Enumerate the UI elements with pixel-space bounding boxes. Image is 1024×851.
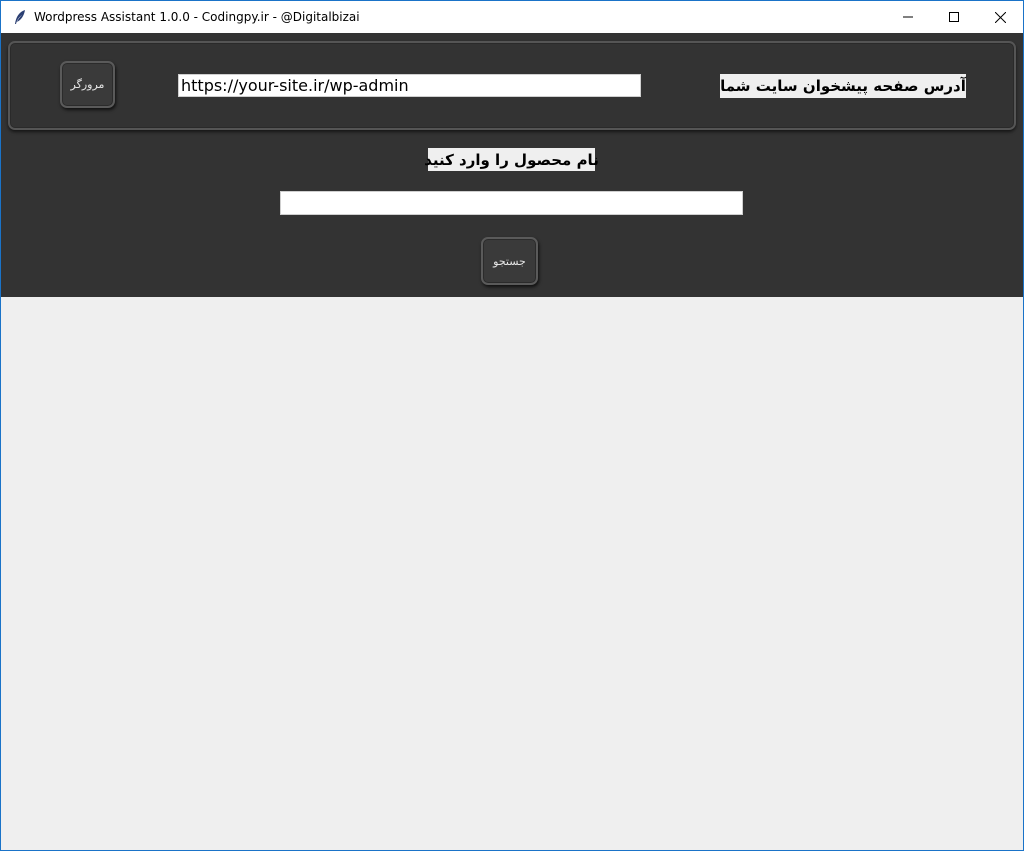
- site-url-input[interactable]: https://your-site.ir/wp-admin: [178, 74, 641, 97]
- browse-button[interactable]: مرورگر: [60, 61, 115, 108]
- site-url-label: آدرس صفحه پیشخوان سایت شما: [720, 74, 966, 98]
- window-title: Wordpress Assistant 1.0.0 - Codingpy.ir …: [34, 10, 360, 24]
- minimize-button[interactable]: [885, 1, 931, 33]
- site-url-frame: مرورگر https://your-site.ir/wp-admin آدر…: [8, 41, 1016, 130]
- product-name-label: نام محصول را وارد کنید: [424, 148, 599, 171]
- close-button[interactable]: [977, 1, 1023, 33]
- window-controls: [885, 1, 1023, 33]
- close-icon: [994, 11, 1006, 23]
- product-name-input[interactable]: [280, 191, 743, 215]
- minimize-icon: [903, 16, 913, 18]
- search-button[interactable]: جستجو: [481, 237, 538, 285]
- main-panel: مرورگر https://your-site.ir/wp-admin آدر…: [1, 33, 1023, 297]
- maximize-icon: [949, 12, 959, 22]
- app-window: Wordpress Assistant 1.0.0 - Codingpy.ir …: [0, 0, 1024, 851]
- title-bar[interactable]: Wordpress Assistant 1.0.0 - Codingpy.ir …: [1, 1, 1023, 33]
- feather-icon: [10, 7, 30, 27]
- maximize-button[interactable]: [931, 1, 977, 33]
- empty-content-area: [1, 297, 1023, 850]
